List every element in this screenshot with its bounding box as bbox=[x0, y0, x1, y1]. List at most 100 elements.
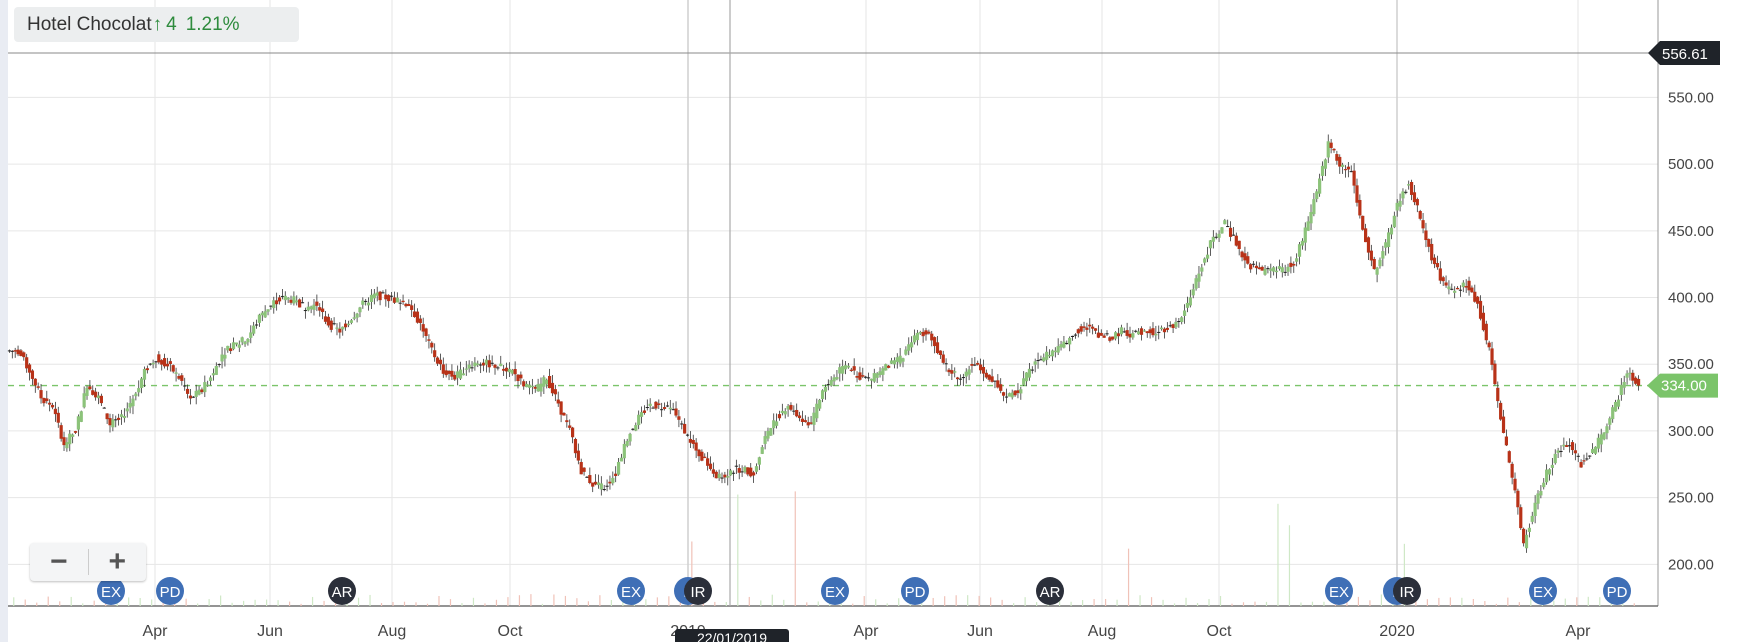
candle-body bbox=[1536, 493, 1540, 504]
candle-body bbox=[177, 376, 181, 379]
candle-body bbox=[987, 374, 991, 380]
candle-body bbox=[142, 368, 147, 380]
x-tick-label: Oct bbox=[1207, 623, 1232, 640]
volume-bar bbox=[1495, 603, 1497, 606]
candle-body bbox=[252, 325, 256, 334]
candle-body bbox=[1269, 268, 1273, 271]
volume-bar bbox=[1507, 597, 1509, 606]
candle-body bbox=[1585, 458, 1589, 460]
candle-body bbox=[1185, 302, 1190, 308]
candle-body bbox=[1593, 446, 1598, 454]
candle-body bbox=[1372, 258, 1376, 270]
candle-body bbox=[1160, 327, 1164, 330]
candle-body bbox=[39, 390, 43, 399]
candle-body bbox=[1137, 331, 1141, 335]
volume-bar bbox=[1277, 503, 1279, 606]
candle-body bbox=[895, 357, 899, 362]
candle-body bbox=[553, 389, 557, 395]
candle-body bbox=[1481, 312, 1486, 331]
candle-body bbox=[1214, 236, 1218, 238]
candle-body bbox=[958, 378, 963, 380]
candle-body bbox=[473, 362, 477, 367]
candle-body bbox=[444, 370, 448, 376]
candle-body bbox=[410, 305, 414, 310]
volume-bar bbox=[1357, 596, 1360, 606]
candle-body bbox=[1093, 328, 1098, 331]
candle-body bbox=[180, 375, 184, 381]
candle-body bbox=[458, 369, 463, 379]
candle-body bbox=[1297, 244, 1302, 257]
zoom-in-button[interactable]: + bbox=[88, 543, 146, 581]
volume-bar bbox=[541, 603, 544, 606]
event-marker-label: EX bbox=[825, 584, 845, 601]
price-chart[interactable]: 200.00 250.00 300.00 350.00 400.00 450.00 500.… bbox=[0, 0, 1738, 642]
volume-bar bbox=[610, 599, 612, 606]
candle-body bbox=[352, 317, 356, 319]
candle-body bbox=[1369, 250, 1373, 261]
candle-body bbox=[1378, 259, 1382, 267]
candle-body bbox=[823, 387, 828, 392]
volume-bar bbox=[47, 596, 49, 606]
candle-body bbox=[94, 391, 98, 398]
candle-body bbox=[1125, 330, 1129, 336]
volume-bar bbox=[1104, 598, 1107, 606]
volume-bar bbox=[806, 602, 808, 606]
candle-body bbox=[1277, 266, 1282, 269]
candle-body bbox=[1435, 263, 1440, 268]
candle-body bbox=[1070, 335, 1075, 337]
candle-body bbox=[714, 471, 718, 479]
candle-body bbox=[194, 390, 198, 397]
candle-body bbox=[1059, 344, 1063, 348]
candle-body bbox=[1550, 464, 1554, 468]
candle-body bbox=[657, 403, 661, 405]
candle-body bbox=[1375, 267, 1379, 275]
zoom-out-button[interactable]: − bbox=[30, 543, 88, 581]
candle-body bbox=[591, 482, 595, 487]
volume-bar bbox=[220, 595, 222, 606]
candle-body bbox=[800, 418, 805, 422]
candle-body bbox=[1616, 399, 1621, 407]
candle-body bbox=[1559, 450, 1563, 452]
candle-body bbox=[358, 307, 362, 313]
candle-body bbox=[234, 342, 239, 345]
candle-body bbox=[214, 365, 218, 375]
candle-body bbox=[651, 407, 655, 409]
candle-body bbox=[1424, 230, 1428, 241]
candle-body bbox=[168, 361, 172, 364]
candle-body bbox=[1608, 418, 1612, 425]
candle-body bbox=[829, 380, 833, 386]
candle-body bbox=[1507, 451, 1511, 463]
candle-body bbox=[993, 380, 997, 382]
candle-body bbox=[1157, 331, 1161, 333]
candle-body bbox=[1516, 490, 1520, 508]
candle-body bbox=[335, 327, 339, 329]
candle-body bbox=[329, 320, 333, 330]
volume-bar bbox=[725, 601, 727, 606]
candle-body bbox=[780, 410, 784, 413]
candle-body bbox=[85, 387, 89, 396]
candle-body bbox=[872, 373, 876, 382]
x-tick-label: Apr bbox=[143, 623, 169, 640]
candle-body bbox=[1332, 148, 1336, 151]
candle-body bbox=[976, 362, 980, 365]
candle-body bbox=[1139, 328, 1144, 335]
candle-body bbox=[450, 370, 454, 377]
candle-body bbox=[729, 470, 733, 476]
candle-body bbox=[1001, 392, 1006, 396]
volume-bar bbox=[369, 594, 371, 606]
candle-body bbox=[433, 350, 437, 358]
candle-body bbox=[912, 335, 917, 343]
candle-body bbox=[1237, 240, 1241, 250]
candle-body bbox=[1386, 232, 1391, 248]
candle-body bbox=[973, 364, 977, 366]
candle-body bbox=[1315, 191, 1319, 200]
candle-body bbox=[1622, 381, 1626, 388]
candle-body bbox=[1415, 199, 1419, 206]
candle-body bbox=[286, 297, 290, 300]
y-tick-label: 400.00 bbox=[1668, 290, 1714, 307]
candle-body bbox=[1240, 251, 1244, 258]
candle-body bbox=[562, 412, 566, 416]
candle-body bbox=[967, 369, 971, 375]
candle-body bbox=[1530, 515, 1534, 522]
candle-body bbox=[935, 342, 940, 354]
